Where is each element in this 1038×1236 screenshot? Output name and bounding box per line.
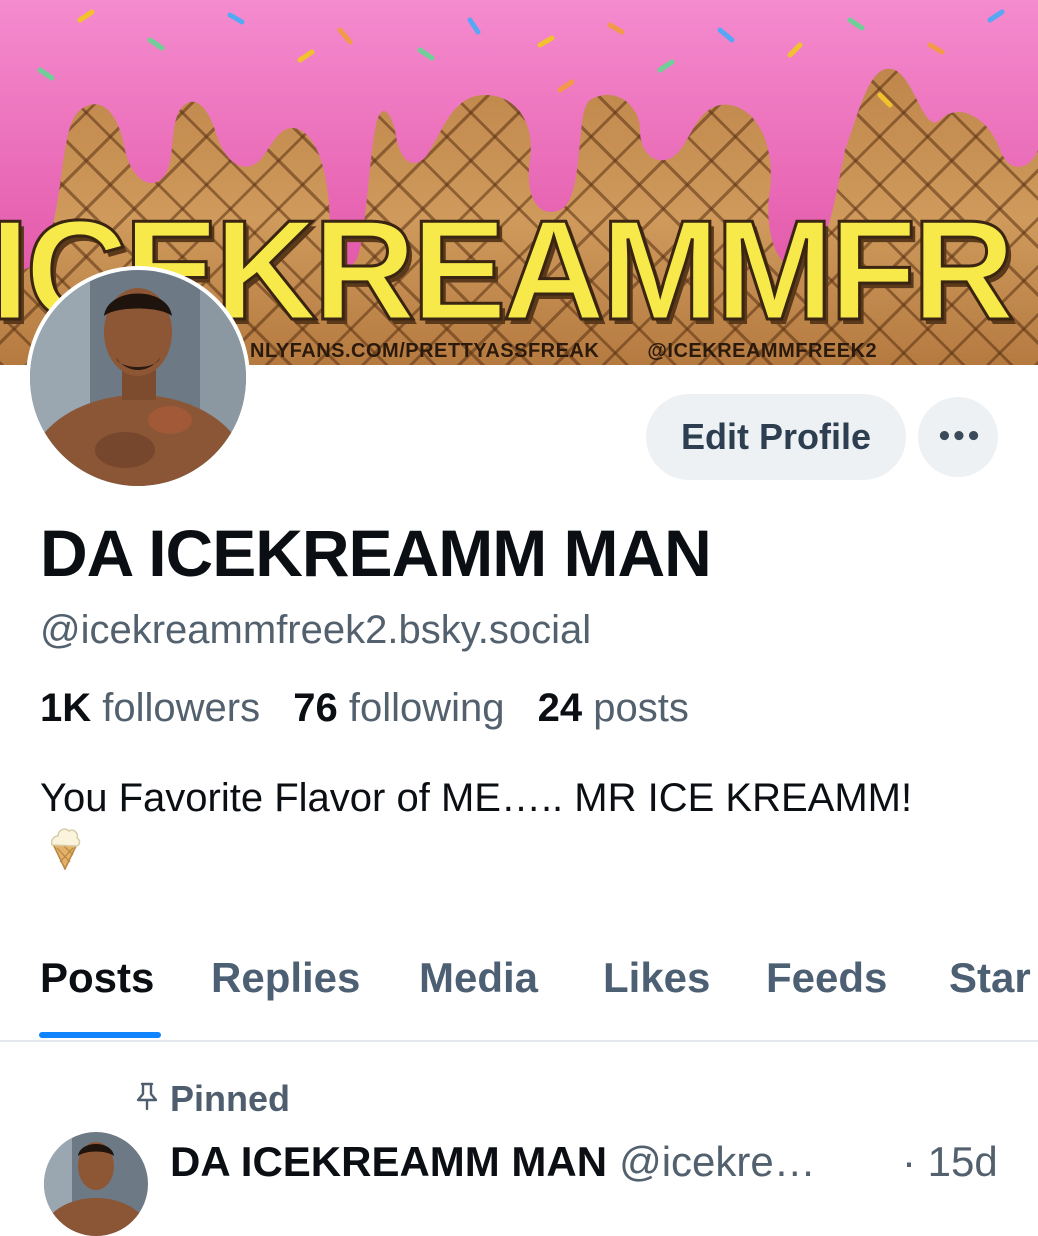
- avatar-photo: [30, 270, 246, 486]
- more-options-button[interactable]: •••: [918, 397, 998, 477]
- banner-footer: NLYFANS.COM/PRETTYASSFREAK @ICEKREAMMFRE…: [250, 340, 877, 363]
- post-author-name: DA ICEKREAMM MAN: [170, 1138, 608, 1185]
- profile-stats: 1K followers 76 following 24 posts: [40, 686, 711, 731]
- banner-footer-handle: @ICEKREAMMFREEK2: [647, 340, 878, 362]
- post-author-avatar[interactable]: [44, 1132, 148, 1236]
- post-author[interactable]: DA ICEKREAMM MAN @icekre…: [170, 1138, 816, 1186]
- following-link[interactable]: 76 following: [293, 686, 504, 730]
- post-avatar-photo: [44, 1132, 148, 1236]
- profile-bio: You Favorite Flavor of ME….. MR ICE KREA…: [40, 772, 940, 884]
- tab-starter-packs[interactable]: Star: [949, 954, 1031, 1002]
- tab-likes[interactable]: Likes: [603, 954, 710, 1002]
- followers-label: followers: [102, 686, 261, 730]
- tab-replies[interactable]: Replies: [211, 954, 360, 1002]
- ellipsis-icon: •••: [936, 422, 982, 452]
- tab-feeds[interactable]: Feeds: [766, 954, 887, 1002]
- pinned-indicator: Pinned: [134, 1078, 290, 1120]
- ice-cream-cone-icon: [48, 826, 82, 884]
- active-tab-indicator: [39, 1032, 161, 1038]
- post-timestamp[interactable]: · 15d: [902, 1138, 998, 1186]
- following-label: following: [348, 686, 505, 730]
- banner-footer-link: NLYFANS.COM/PRETTYASSFREAK: [250, 340, 600, 362]
- following-count: 76: [293, 686, 338, 730]
- tab-posts[interactable]: Posts: [40, 954, 154, 1002]
- posts-stat: 24 posts: [538, 686, 689, 730]
- followers-count: 1K: [40, 686, 92, 730]
- display-name: DA ICEKREAMM MAN: [40, 516, 712, 590]
- pin-icon: [134, 1078, 160, 1120]
- profile-tabs: Posts Replies Media Likes Feeds Star: [0, 940, 1038, 1042]
- profile-handle: @icekreammfreek2.bsky.social: [40, 608, 592, 652]
- followers-link[interactable]: 1K followers: [40, 686, 260, 730]
- profile-avatar[interactable]: [26, 266, 250, 490]
- edit-profile-button[interactable]: Edit Profile: [646, 394, 906, 480]
- posts-label: posts: [593, 686, 689, 730]
- posts-count: 24: [537, 686, 583, 730]
- pinned-label: Pinned: [170, 1078, 291, 1119]
- bio-text: You Favorite Flavor of ME….. MR ICE KREA…: [40, 776, 913, 820]
- tab-media[interactable]: Media: [419, 954, 538, 1002]
- post-author-handle: @icekre…: [619, 1138, 816, 1185]
